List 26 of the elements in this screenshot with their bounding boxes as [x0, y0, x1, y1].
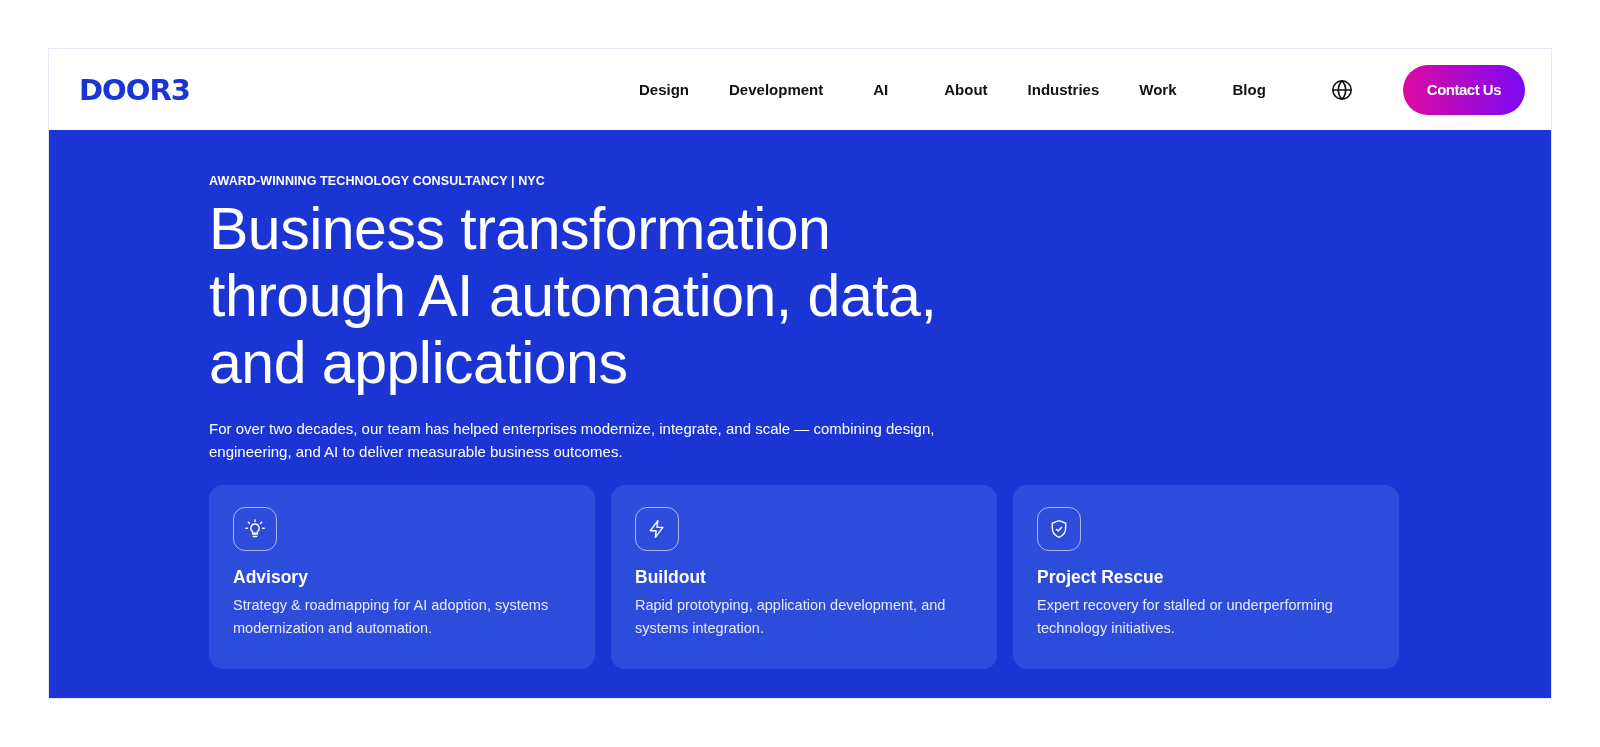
card-title: Buildout [635, 567, 707, 588]
contact-us-button[interactable]: Contact Us [1402, 64, 1525, 115]
service-card[interactable]: Buildout Rapid prototyping, application development, and systems integration. [611, 485, 997, 669]
nav-link[interactable]: AI [873, 81, 889, 98]
nav-link[interactable]: Development [729, 81, 824, 98]
nav-link[interactable]: Industries [1027, 81, 1100, 98]
card-description: Strategy & roadmapping for AI adoption, systems modernization and automation. [233, 596, 550, 638]
headline: through AI automation, data, [209, 263, 937, 330]
nav-link[interactable]: About [944, 81, 988, 98]
lightbulb-icon [245, 519, 265, 539]
headline: Business transformation [209, 196, 831, 263]
card-title: Project Rescue [1037, 567, 1165, 588]
nav-link[interactable]: Design [639, 81, 690, 98]
intro-paragraph: For over two decades, our team has helped enterprises modernize, integrate, and scale — combining design, engineering, and AI to deliver measurable business outcomes. [209, 419, 936, 462]
shield-check-icon [1049, 519, 1069, 539]
card-description: Rapid prototyping, application development, and systems integration. [635, 596, 947, 638]
eyebrow-text: AWARD-WINNING TECHNOLOGY CONSULTANCY | NYC [209, 174, 546, 188]
headline: and applications [209, 330, 628, 397]
nav-link[interactable]: Blog [1232, 81, 1266, 98]
logo[interactable]: DOOR3 [79, 72, 190, 107]
nav-link[interactable]: Work [1139, 81, 1177, 98]
card-title: Advisory [233, 567, 309, 588]
globe-icon[interactable] [1330, 78, 1353, 101]
service-card[interactable]: Advisory Strategy & roadmapping for AI adoption, systems modernization and automation. [209, 485, 595, 669]
card-description: Expert recovery for stalled or underperforming technology initiatives. [1037, 596, 1334, 638]
service-card[interactable]: Project Rescue Expert recovery for stalled or underperforming technology initiatives. [1013, 485, 1399, 669]
